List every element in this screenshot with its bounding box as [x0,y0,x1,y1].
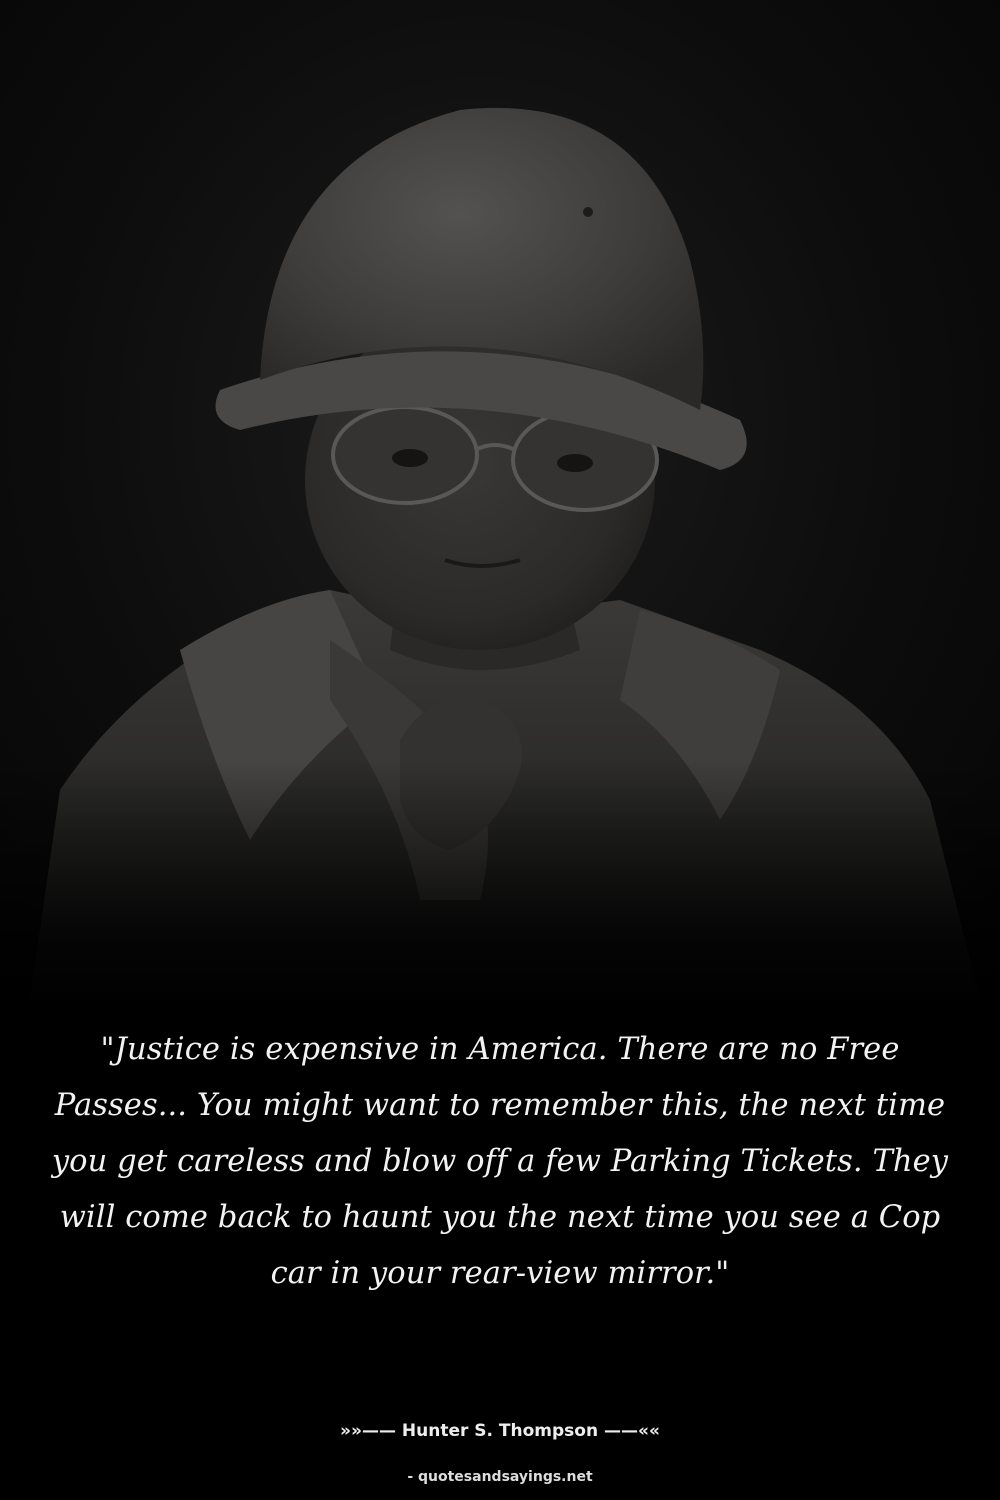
source-credit: - quotesandsayings.net [407,1469,593,1485]
eye-right [557,454,593,472]
author-attribution: »»—— Hunter S. Thompson ——«« [340,1421,660,1441]
quote-text: "Justice is expensive in America. There … [51,1032,949,1291]
quote-card: "Justice is expensive in America. There … [0,0,1000,1500]
portrait-photo [0,0,1000,1000]
eye-left [392,449,428,467]
helmet-vent [583,207,593,217]
photo-fade-overlay [0,760,1000,1000]
